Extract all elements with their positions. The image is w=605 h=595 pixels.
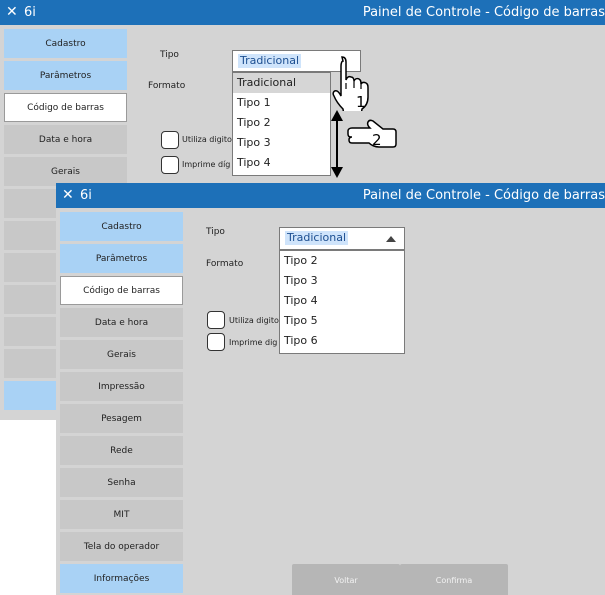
imprime-digito-checkbox[interactable]: [161, 156, 179, 174]
confirm-button[interactable]: Confirma: [400, 564, 508, 595]
formato-label: Formato: [206, 259, 244, 269]
imprime-digito-label: Imprime díg: [182, 160, 231, 169]
formato-label: Formato: [148, 81, 186, 91]
dropdown-option-tipo-5[interactable]: Tipo 5: [280, 311, 404, 331]
sidebar-item-data-e-hora[interactable]: Data e hora: [60, 308, 183, 337]
step-1-marker: 1: [356, 93, 366, 111]
sidebar-item-parametros[interactable]: Parâmetros: [4, 61, 127, 90]
sidebar-item-gerais[interactable]: Gerais: [4, 157, 127, 186]
title-bar: ✕ 6i Painel de Controle - Código de barr…: [0, 0, 605, 25]
tipo-combo[interactable]: Tradicional: [279, 227, 405, 250]
tipo-dropdown[interactable]: Tradicional Tipo 1 Tipo 2 Tipo 3 Tipo 4: [232, 72, 331, 176]
sidebar-item-codigo-de-barras[interactable]: Código de barras: [60, 276, 183, 305]
imprime-digito-checkbox[interactable]: [207, 333, 225, 351]
sidebar-item-data-e-hora[interactable]: Data e hora: [4, 125, 127, 154]
sidebar-item-impressao[interactable]: Impressão: [60, 372, 183, 401]
tipo-combo-value: Tradicional: [285, 231, 349, 245]
dropdown-option-tipo-6[interactable]: Tipo 6: [280, 331, 404, 351]
sidebar-item-senha[interactable]: Senha: [60, 468, 183, 497]
app-label: 6i: [80, 188, 92, 203]
tipo-dropdown[interactable]: Tipo 2 Tipo 3 Tipo 4 Tipo 5 Tipo 6: [279, 250, 405, 354]
dropdown-option-tradicional[interactable]: Tradicional: [233, 73, 330, 93]
sidebar-item-gerais[interactable]: Gerais: [60, 340, 183, 369]
sidebar-item-pesagem[interactable]: Pesagem: [60, 404, 183, 433]
close-icon[interactable]: ✕: [62, 186, 74, 204]
window-front: ✕ 6i Painel de Controle - Código de barr…: [56, 183, 605, 595]
step-2-marker: 2: [372, 131, 382, 149]
dropdown-option-tipo-4[interactable]: Tipo 4: [233, 153, 330, 173]
imprime-digito-label: Imprime dig: [229, 338, 278, 347]
tipo-label: Tipo: [206, 227, 225, 237]
scroll-arrow-icon: [331, 110, 343, 178]
dropdown-option-tipo-4[interactable]: Tipo 4: [280, 291, 404, 311]
dropdown-option-tipo-3[interactable]: Tipo 3: [280, 271, 404, 291]
swipe-hand-icon: 2: [347, 119, 397, 149]
dropdown-option-tipo-3[interactable]: Tipo 3: [233, 133, 330, 153]
dropdown-up-arrow-icon[interactable]: [386, 236, 396, 242]
tipo-label: Tipo: [160, 50, 179, 60]
close-icon[interactable]: ✕: [6, 3, 18, 21]
sidebar-item-rede[interactable]: Rede: [60, 436, 183, 465]
sidebar-item-parametros[interactable]: Parâmetros: [60, 244, 183, 273]
tipo-combo-value: Tradicional: [238, 54, 302, 68]
sidebar-item-mit[interactable]: MIT: [60, 500, 183, 529]
app-label: 6i: [24, 5, 36, 20]
sidebar-item-informacoes[interactable]: Informações: [60, 564, 183, 593]
title-bar: ✕ 6i Painel de Controle - Código de barr…: [56, 183, 605, 208]
window-title: Painel de Controle - Código de barras: [362, 188, 605, 203]
sidebar: Cadastro Parâmetros Código de barras Data e…: [60, 212, 183, 595]
back-button[interactable]: Voltar: [292, 564, 400, 595]
dropdown-option-tipo-2[interactable]: Tipo 2: [280, 251, 404, 271]
utiliza-digito-label: Utiliza digito: [229, 316, 279, 325]
dropdown-option-tipo-1[interactable]: Tipo 1: [233, 93, 330, 113]
dropdown-option-tipo-2[interactable]: Tipo 2: [233, 113, 330, 133]
window-title: Painel de Controle - Código de barras: [362, 5, 605, 20]
utiliza-digito-checkbox[interactable]: [207, 311, 225, 329]
utiliza-digito-checkbox[interactable]: [161, 131, 179, 149]
sidebar-item-codigo-de-barras[interactable]: Código de barras: [4, 93, 127, 122]
tap-hand-icon: 1: [332, 56, 369, 111]
sidebar-item-tela-do-operador[interactable]: Tela do operador: [60, 532, 183, 561]
utiliza-digito-label: Utiliza digito: [182, 135, 232, 144]
sidebar-item-cadastro[interactable]: Cadastro: [60, 212, 183, 241]
sidebar-item-cadastro[interactable]: Cadastro: [4, 29, 127, 58]
